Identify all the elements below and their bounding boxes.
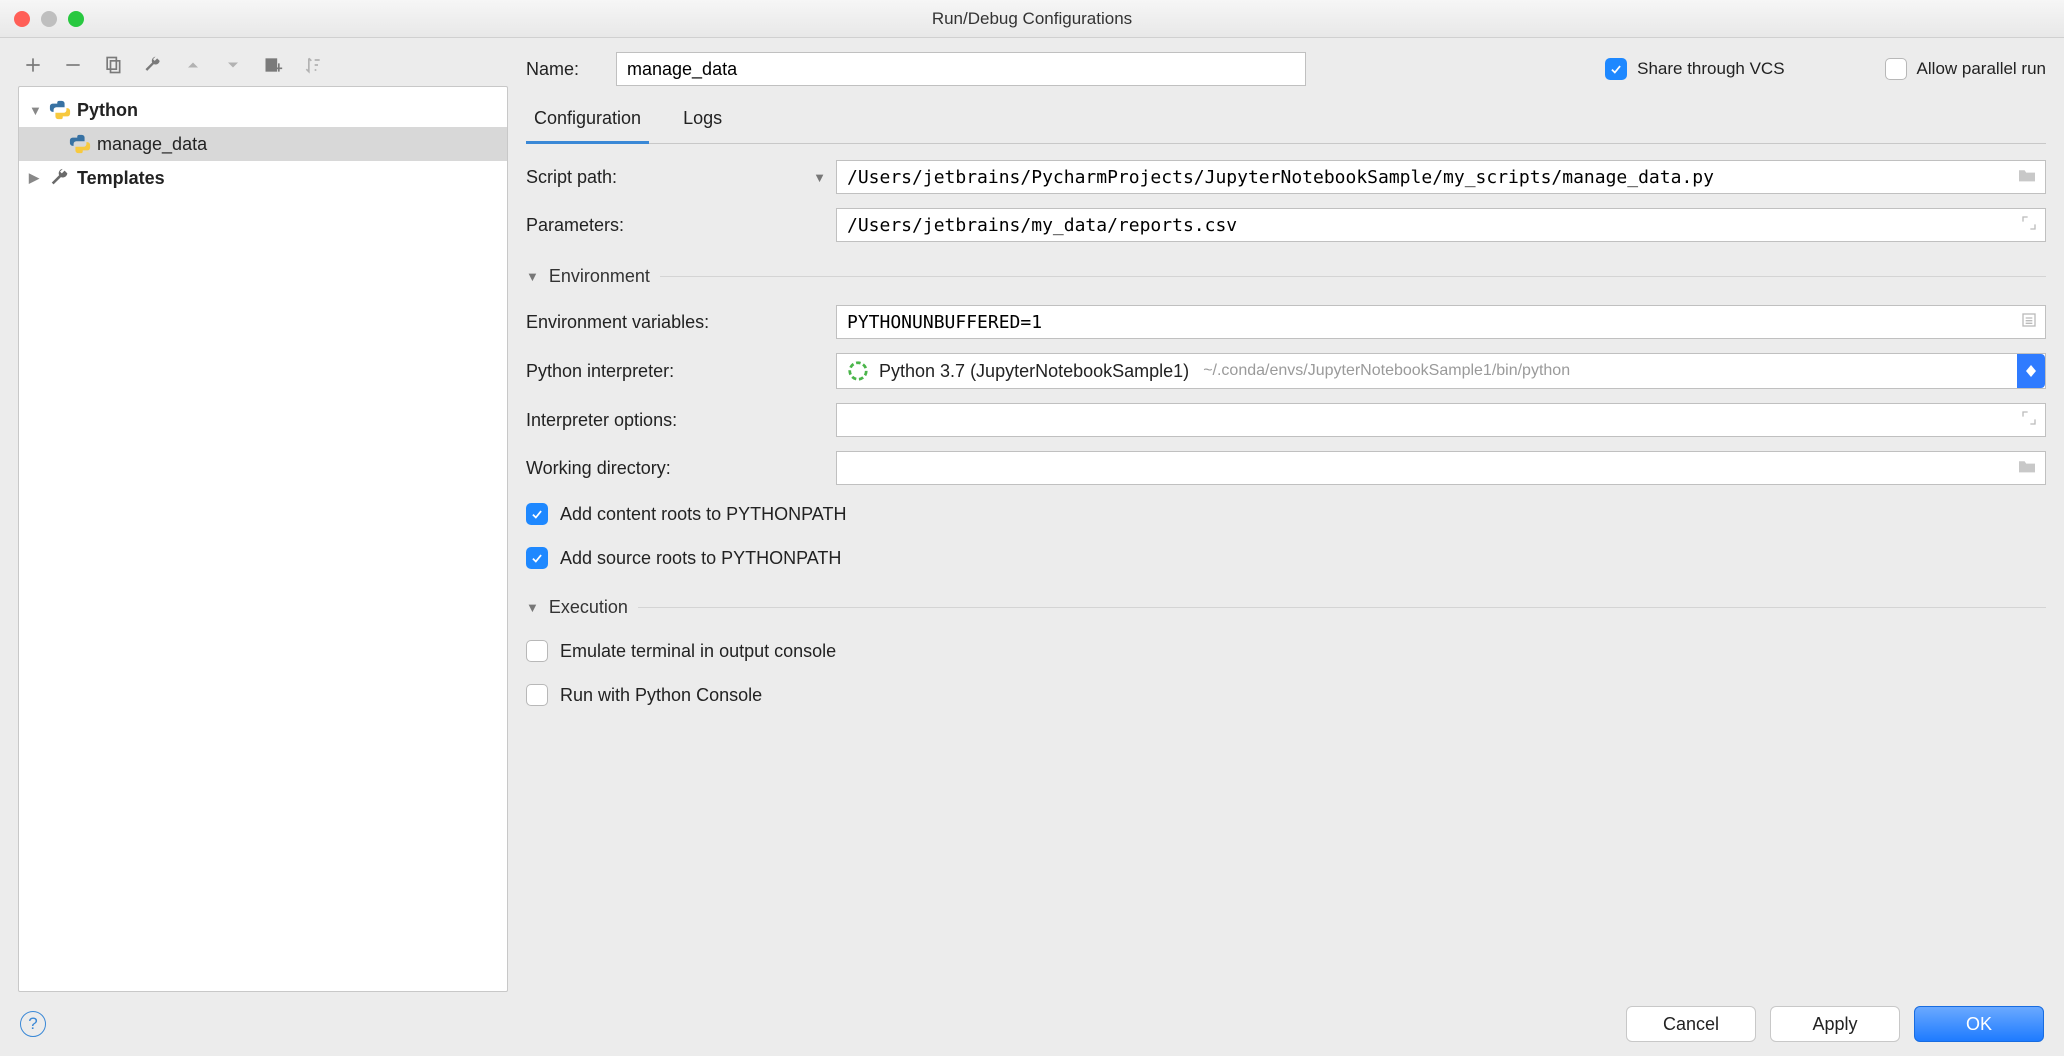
sort-icon <box>302 54 324 76</box>
allow-parallel-checkbox[interactable]: Allow parallel run <box>1885 58 2046 80</box>
expand-icon[interactable] <box>2021 215 2037 236</box>
folder-icon[interactable] <box>2017 167 2037 188</box>
working-dir-label: Working directory: <box>526 458 826 479</box>
tree-group-label: Python <box>77 100 138 121</box>
execution-section[interactable]: ▼ Execution <box>526 587 2046 622</box>
tabs: Configuration Logs <box>526 100 2046 144</box>
interpreter-value: Python 3.7 (JupyterNotebookSample1) <box>879 361 1189 382</box>
tree-item-label: manage_data <box>97 134 207 155</box>
python-icon <box>49 99 71 121</box>
move-down-icon <box>222 54 244 76</box>
chevron-right-icon[interactable]: ▶ <box>29 170 43 186</box>
name-label: Name: <box>526 59 596 80</box>
python-icon <box>69 133 91 155</box>
conda-icon <box>847 360 869 382</box>
list-icon[interactable] <box>2021 312 2037 333</box>
environment-section[interactable]: ▼ Environment <box>526 256 2046 291</box>
help-button[interactable]: ? <box>20 1011 46 1037</box>
cancel-button[interactable]: Cancel <box>1626 1006 1756 1042</box>
wrench-icon <box>49 167 71 189</box>
interpreter-path: ~/.conda/envs/JupyterNotebookSample1/bin… <box>1203 362 1570 380</box>
folder-icon[interactable] <box>2017 458 2037 479</box>
add-icon[interactable] <box>22 54 44 76</box>
tree-item-manage-data[interactable]: manage_data <box>19 127 507 161</box>
save-template-icon[interactable] <box>262 54 284 76</box>
parameters-label: Parameters: <box>526 215 826 236</box>
run-with-console-checkbox[interactable]: Run with Python Console <box>526 680 2046 710</box>
copy-icon[interactable] <box>102 54 124 76</box>
window-controls <box>0 11 84 27</box>
window-title: Run/Debug Configurations <box>932 9 1132 29</box>
minimize-window-button[interactable] <box>41 11 57 27</box>
add-source-roots-checkbox[interactable]: Add source roots to PYTHONPATH <box>526 543 2046 573</box>
chevron-down-icon[interactable]: ▼ <box>813 170 826 185</box>
apply-button[interactable]: Apply <box>1770 1006 1900 1042</box>
chevron-down-icon[interactable]: ▼ <box>29 103 43 118</box>
chevron-down-icon[interactable]: ▼ <box>526 269 539 284</box>
tree-group-python[interactable]: ▼ Python <box>19 93 507 127</box>
share-vcs-checkbox[interactable]: Share through VCS <box>1605 58 1784 80</box>
maximize-window-button[interactable] <box>68 11 84 27</box>
chevron-down-icon[interactable]: ▼ <box>526 600 539 615</box>
remove-icon[interactable] <box>62 54 84 76</box>
parameters-input[interactable] <box>836 208 2046 242</box>
env-vars-input[interactable] <box>836 305 2046 339</box>
move-up-icon <box>182 54 204 76</box>
wrench-icon[interactable] <box>142 54 164 76</box>
expand-icon[interactable] <box>2021 410 2037 431</box>
share-vcs-label: Share through VCS <box>1637 59 1784 79</box>
close-window-button[interactable] <box>14 11 30 27</box>
add-content-roots-checkbox[interactable]: Add content roots to PYTHONPATH <box>526 499 2046 529</box>
name-input[interactable] <box>616 52 1306 86</box>
script-path-label[interactable]: Script path: ▼ <box>526 167 826 188</box>
env-vars-label: Environment variables: <box>526 312 826 333</box>
interpreter-label: Python interpreter: <box>526 361 826 382</box>
config-tree[interactable]: ▼ Python manage_data ▶ <box>18 86 508 992</box>
interp-options-input[interactable] <box>836 403 2046 437</box>
tab-configuration[interactable]: Configuration <box>526 100 649 144</box>
emulate-terminal-checkbox[interactable]: Emulate terminal in output console <box>526 636 2046 666</box>
tree-group-templates[interactable]: ▶ Templates <box>19 161 507 195</box>
script-path-input[interactable] <box>836 160 2046 194</box>
allow-parallel-label: Allow parallel run <box>1917 59 2046 79</box>
tab-logs[interactable]: Logs <box>675 100 730 144</box>
config-toolbar <box>18 48 508 86</box>
interp-options-label: Interpreter options: <box>526 410 826 431</box>
ok-button[interactable]: OK <box>1914 1006 2044 1042</box>
interpreter-select[interactable]: Python 3.7 (JupyterNotebookSample1) ~/.c… <box>836 353 2046 389</box>
titlebar: Run/Debug Configurations <box>0 0 2064 38</box>
stepper-icon[interactable] <box>2017 354 2045 388</box>
tree-group-label: Templates <box>77 168 165 189</box>
working-dir-input[interactable] <box>836 451 2046 485</box>
